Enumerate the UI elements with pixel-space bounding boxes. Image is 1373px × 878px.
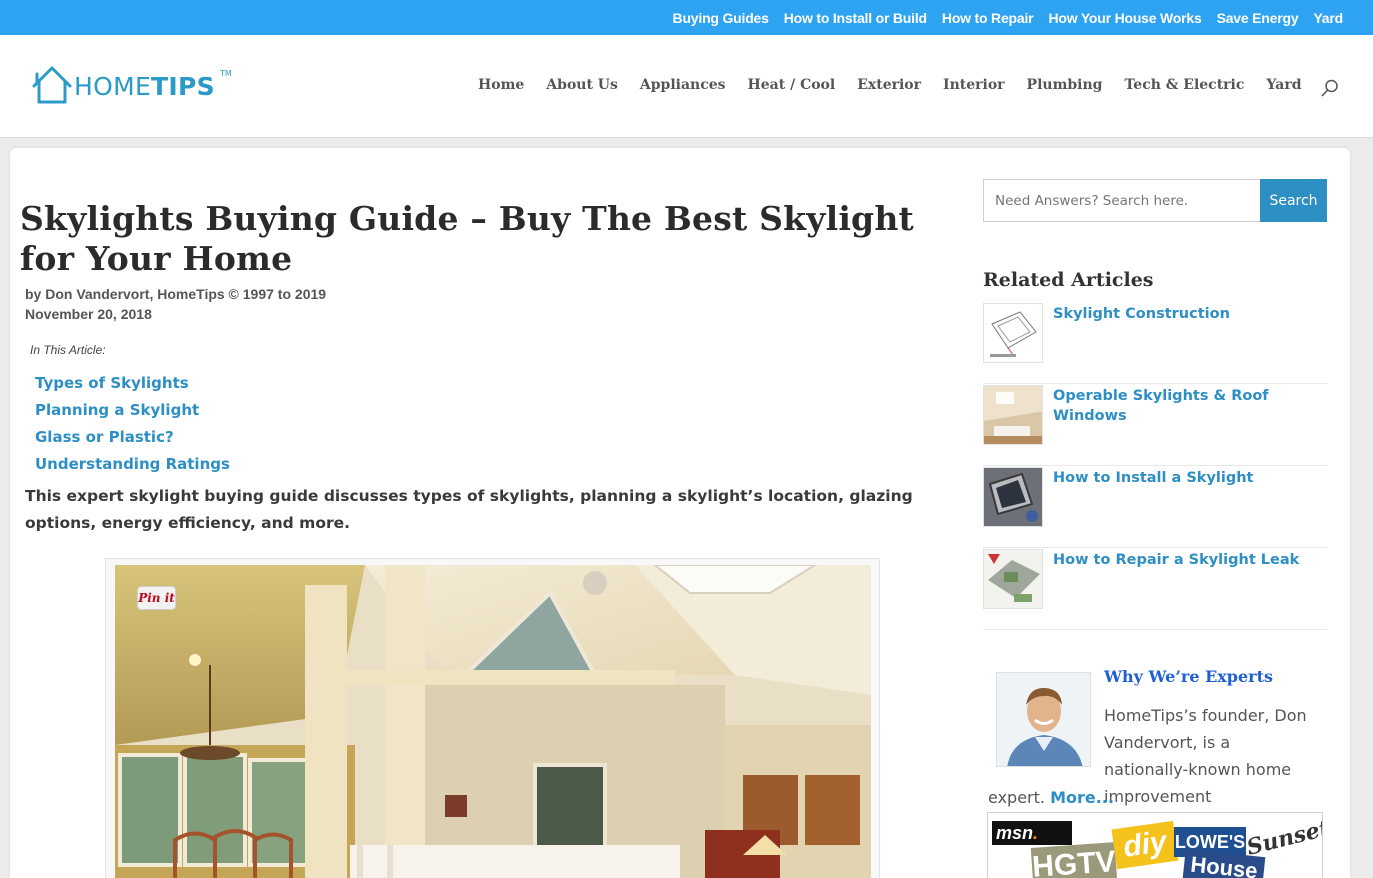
media-logos-banner: msn. HGTV diy LOWE'S House Sunset: [987, 812, 1323, 878]
related-articles-list: Skylight Construction Operable Skylights…: [983, 302, 1327, 630]
nav-heat-cool[interactable]: Heat / Cool: [748, 77, 836, 93]
hgtv-logo: HGTV: [1030, 842, 1118, 878]
sunset-logo: Sunset: [1244, 815, 1323, 861]
article-intro: This expert skylight buying guide discus…: [25, 487, 913, 532]
search-button[interactable]: Search: [1260, 179, 1327, 222]
related-link-install[interactable]: How to Install a Skylight: [1053, 468, 1327, 488]
related-thumbnail-roof-window[interactable]: [983, 385, 1043, 445]
site-header: HOMETIPS TM Home About Us Appliances Hea…: [0, 35, 1373, 138]
top-nav-house-works[interactable]: How Your House Works: [1048, 10, 1201, 26]
nav-tech-electric[interactable]: Tech & Electric: [1124, 77, 1244, 93]
logo-tips-text: TIPS: [151, 72, 215, 101]
why-experts-link[interactable]: Why We’re Experts: [1104, 667, 1273, 686]
toc-link-types[interactable]: Types of Skylights: [35, 374, 189, 392]
nav-interior[interactable]: Interior: [943, 77, 1005, 93]
logo-trademark: TM: [220, 69, 232, 78]
related-thumbnail-repair[interactable]: [983, 549, 1043, 609]
top-utility-bar: Buying Guides How to Install or Build Ho…: [0, 0, 1373, 35]
top-nav-yard[interactable]: Yard: [1313, 10, 1343, 26]
logo-wordmark: HOMETIPS: [74, 72, 215, 101]
roof-install-photo-icon: [984, 468, 1042, 526]
toc-item: Planning a Skylight: [35, 398, 230, 425]
list-item: How to Repair a Skylight Leak: [983, 548, 1327, 630]
nav-appliances[interactable]: Appliances: [640, 77, 726, 93]
related-link-operable[interactable]: Operable Skylights & Roof Windows: [1053, 386, 1327, 426]
expert-tail-text: expert.: [988, 788, 1045, 807]
related-articles-heading: Related Articles: [983, 269, 1154, 291]
nav-home[interactable]: Home: [478, 77, 524, 93]
founder-portrait-icon: [997, 673, 1090, 766]
hero-image: [115, 565, 871, 878]
toc-item: Understanding Ratings: [35, 452, 230, 479]
toc-label: In This Article:: [30, 343, 106, 357]
room-photo-icon: [984, 386, 1042, 444]
skylight-diagram-icon: [984, 304, 1042, 362]
top-nav-repair[interactable]: How to Repair: [942, 10, 1034, 26]
nav-exterior[interactable]: Exterior: [857, 77, 921, 93]
author-line: by Don Vandervort, HomeTips © 1997 to 20…: [25, 286, 327, 302]
skylight-room-illustration: [115, 565, 871, 878]
top-nav-save-energy[interactable]: Save Energy: [1217, 10, 1299, 26]
top-nav: Buying Guides How to Install or Build Ho…: [673, 0, 1344, 35]
related-link-repair-leak[interactable]: How to Repair a Skylight Leak: [1053, 550, 1327, 570]
toc-item: Glass or Plastic?: [35, 425, 230, 452]
expert-photo: [996, 672, 1091, 767]
table-of-contents: Types of Skylights Planning a Skylight G…: [35, 371, 230, 479]
toc-item: Types of Skylights: [35, 371, 230, 398]
house-outline-icon: [32, 66, 72, 104]
list-item: How to Install a Skylight: [983, 466, 1327, 548]
pin-it-button[interactable]: Pin it: [137, 586, 176, 610]
top-nav-buying-guides[interactable]: Buying Guides: [673, 10, 769, 26]
list-item: Operable Skylights & Roof Windows: [983, 384, 1327, 466]
nav-plumbing[interactable]: Plumbing: [1027, 77, 1103, 93]
search-icon[interactable]: [1321, 79, 1339, 97]
toc-link-glass-plastic[interactable]: Glass or Plastic?: [35, 428, 174, 446]
related-thumbnail-skylight-diagram[interactable]: [983, 303, 1043, 363]
toc-link-planning[interactable]: Planning a Skylight: [35, 401, 199, 419]
related-link-construction[interactable]: Skylight Construction: [1053, 304, 1327, 324]
article-title: Skylights Buying Guide – Buy The Best Sk…: [20, 199, 914, 278]
top-nav-install-build[interactable]: How to Install or Build: [784, 10, 927, 26]
nav-yard[interactable]: Yard: [1266, 77, 1301, 93]
article-byline: by Don Vandervort, HomeTips © 1997 to 20…: [25, 284, 326, 324]
hometips-logo[interactable]: HOMETIPS TM: [28, 62, 238, 108]
msn-logo-text: msn: [996, 823, 1034, 843]
list-item: Skylight Construction: [983, 302, 1327, 384]
search-input[interactable]: [983, 179, 1261, 222]
related-thumbnail-install[interactable]: [983, 467, 1043, 527]
expert-more-link[interactable]: More...: [1050, 788, 1114, 807]
msn-logo: msn.: [992, 821, 1072, 845]
diy-logo: diy: [1111, 820, 1179, 870]
expert-description-end: expert. More...: [988, 784, 1114, 811]
expert-description: HomeTips’s founder, Don Vandervort, is a…: [1104, 706, 1307, 806]
logo-home-text: HOME: [74, 72, 152, 101]
main-nav: Home About Us Appliances Heat / Cool Ext…: [478, 77, 1302, 93]
toc-link-ratings[interactable]: Understanding Ratings: [35, 455, 230, 473]
nav-about-us[interactable]: About Us: [546, 77, 618, 93]
publish-date: November 20, 2018: [25, 306, 152, 322]
roof-repair-diagram-icon: [984, 550, 1042, 608]
